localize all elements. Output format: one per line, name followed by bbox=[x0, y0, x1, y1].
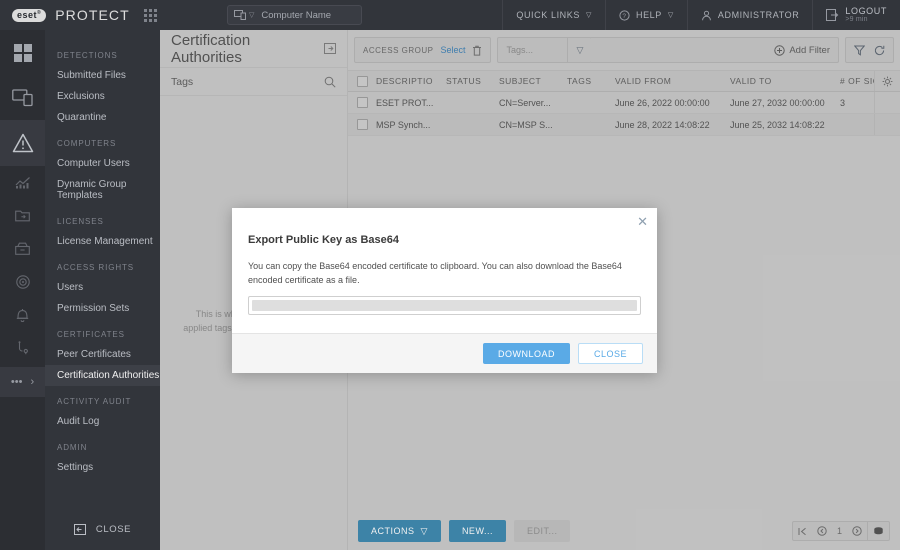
base64-value bbox=[252, 300, 637, 311]
dialog-title: Export Public Key as Base64 bbox=[248, 234, 400, 246]
dialog-close-button[interactable]: CLOSE bbox=[577, 343, 643, 364]
export-public-key-dialog: ✕ Export Public Key as Base64 You can co… bbox=[232, 208, 657, 373]
eset-protect-window: eset® PROTECT ▽ Computer Name QUICK LINK… bbox=[0, 0, 900, 550]
close-icon[interactable]: ✕ bbox=[637, 215, 648, 228]
download-button[interactable]: DOWNLOAD bbox=[482, 343, 570, 364]
dialog-description: You can copy the Base64 encoded certific… bbox=[248, 261, 622, 285]
base64-certificate-field[interactable] bbox=[248, 296, 641, 315]
dialog-body: You can copy the Base64 encoded certific… bbox=[232, 246, 657, 333]
dialog-footer: DOWNLOAD CLOSE bbox=[232, 333, 657, 373]
